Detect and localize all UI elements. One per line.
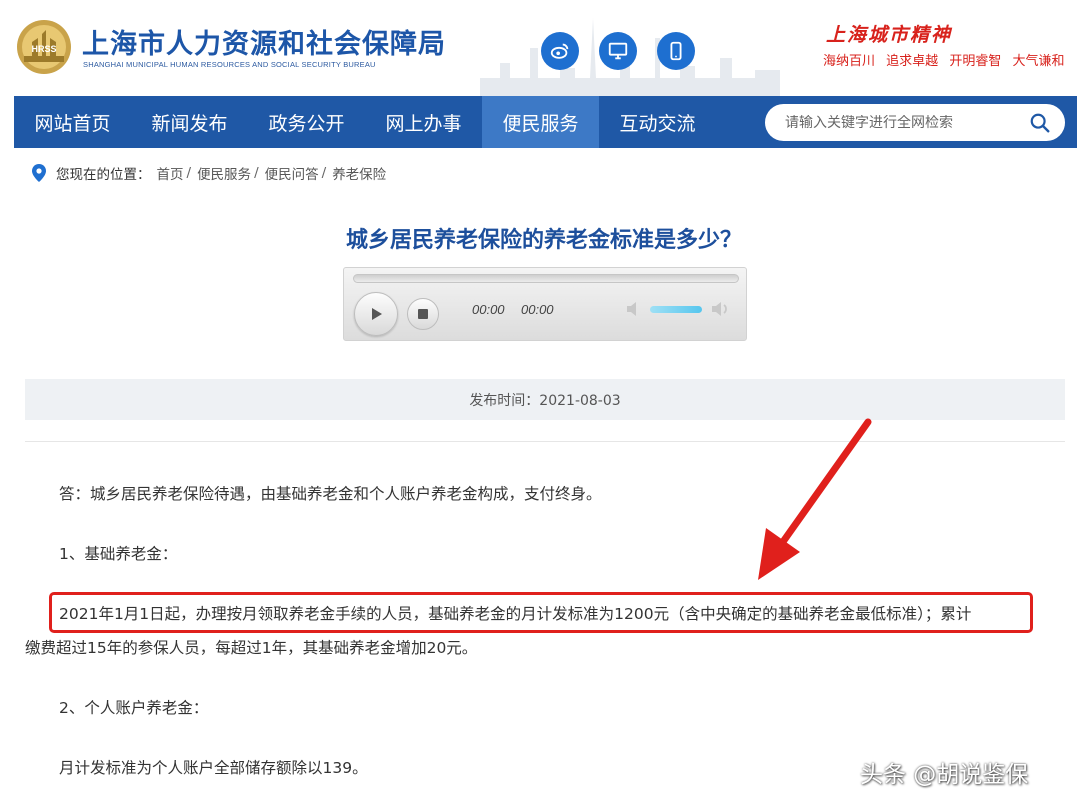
slogan-item: 追求卓越 [886,54,939,69]
red-highlight-box [49,592,1033,633]
volume-slider[interactable] [650,306,702,313]
personal-account-paragraph: 月计发标准为个人账户全部储存额除以139。 [59,759,368,777]
site-title[interactable]: 上海市人力资源和社会保障局 [82,22,446,61]
slogan-item: 海纳百川 [823,54,876,69]
section-heading-personal-account: 2、个人账户养老金： [59,699,209,717]
red-arrow-annotation [758,418,872,580]
slogan-items: 海纳百川 追求卓越 开明睿智 大气谦和 [823,50,1071,69]
answer-paragraph: 答：城乡居民养老保险待遇，由基础养老金和个人账户养老金构成，支付终身。 [59,485,602,503]
breadcrumb-separator: / [186,165,192,181]
nav-item-online-services[interactable]: 网上办事 [365,96,482,148]
volume-low-icon[interactable] [625,300,645,318]
duration-time: 00:00 [521,302,554,317]
site-subtitle: SHANGHAI MUNICIPAL HUMAN RESOURCES AND S… [83,60,376,69]
main-nav: 网站首页 新闻发布 政务公开 网上办事 便民服务 互动交流 [14,96,1077,148]
weibo-icon[interactable] [541,32,579,70]
breadcrumb-separator: / [254,165,259,181]
audio-player: 00:00 00:00 [343,267,747,341]
location-pin-icon [32,164,46,182]
slogan-item: 大气谦和 [1012,54,1065,69]
breadcrumb: 您现在的位置： 首页 / 便民服务 / 便民问答 / 养老保险 [32,162,386,184]
stop-button[interactable] [407,298,439,330]
play-icon [372,308,382,320]
breadcrumb-label: 您现在的位置： [56,167,151,183]
content-divider [25,441,1065,442]
breadcrumb-pension[interactable]: 养老保险 [332,163,386,183]
stop-icon [418,309,428,319]
breadcrumb-home[interactable]: 首页 [157,163,184,183]
breadcrumb-separator: / [321,165,327,181]
volume-high-icon[interactable] [710,300,730,318]
play-button[interactable] [354,292,398,336]
bureau-emblem-icon[interactable]: HRSS [14,18,74,76]
article-title: 城乡居民养老保险的养老金标准是多少？ [345,228,742,253]
watermark: 头条 @胡说鉴保 [860,762,1029,788]
mobile-icon[interactable] [657,32,695,70]
search-input[interactable] [785,114,1015,131]
nav-item-news[interactable]: 新闻发布 [131,96,248,148]
site-header: HRSS 上海市人力资源和社会保障局 SHANGHAI MUNICIPAL HU… [0,0,1080,96]
basic-pension-paragraph-line2: 缴费超过15年的参保人员，每超过1年，其基础养老金增加20元。 [25,639,478,657]
audio-progress-bar[interactable] [353,274,739,283]
slogan-item: 开明睿智 [949,54,1002,69]
nav-item-interaction[interactable]: 互动交流 [599,96,716,148]
current-time: 00:00 [472,302,505,317]
search-icon[interactable] [1029,112,1051,134]
slogan-title: 上海城市精神 [826,24,953,46]
nav-item-public-services[interactable]: 便民服务 [482,96,599,148]
nav-item-gov-affairs[interactable]: 政务公开 [248,96,365,148]
section-heading-basic-pension: 1、基础养老金： [59,545,178,563]
publish-time: 发布时间：2021-08-03 [469,392,621,409]
nav-item-home[interactable]: 网站首页 [14,96,131,148]
desktop-icon[interactable] [599,32,637,70]
svg-text:HRSS: HRSS [31,44,56,54]
breadcrumb-faq[interactable]: 便民问答 [265,163,319,183]
search-box [765,104,1065,141]
breadcrumb-public-services[interactable]: 便民服务 [197,163,251,183]
publish-time-bar: 发布时间：2021-08-03 [25,379,1065,420]
